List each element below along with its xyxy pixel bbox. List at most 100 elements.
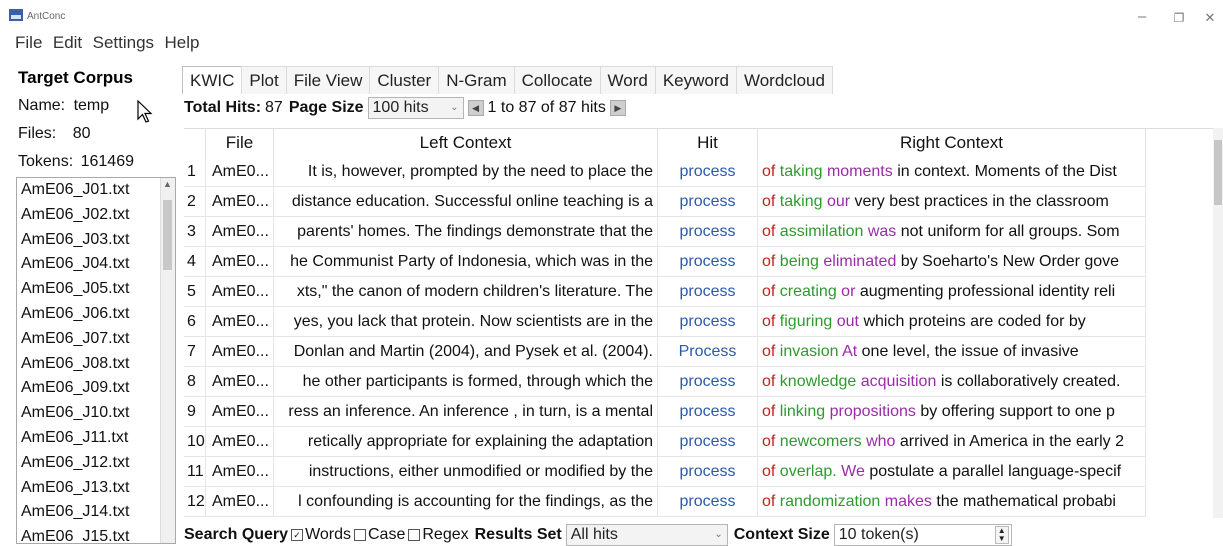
row-file[interactable]: AmE0... xyxy=(206,187,274,217)
table-row[interactable]: 5 AmE0... xts," the canon of modern childr… xyxy=(184,277,1214,307)
total-hits-value: 87 xyxy=(265,99,283,116)
file-list-item[interactable]: AmE06_J15.txt xyxy=(17,525,175,543)
tab-file-view[interactable]: File View xyxy=(285,66,371,94)
close-button[interactable]: ✕ xyxy=(1195,10,1223,26)
search-query-label: Search Query xyxy=(184,526,289,543)
row-file[interactable]: AmE0... xyxy=(206,247,274,277)
file-list-item[interactable]: AmE06_J05.txt xyxy=(17,277,175,302)
previous-page-button[interactable]: ◀ xyxy=(467,100,484,116)
row-file[interactable]: AmE0... xyxy=(206,487,274,517)
tab-collocate[interactable]: Collocate xyxy=(513,66,601,94)
column-header-number[interactable] xyxy=(184,129,206,157)
row-hit[interactable]: process xyxy=(658,307,758,337)
row-right-context: of invasion At one level, the issue of i… xyxy=(758,337,1146,367)
row-hit[interactable]: process xyxy=(658,247,758,277)
file-list-item[interactable]: AmE06_J12.txt xyxy=(17,451,175,476)
right-context-word-1: of xyxy=(762,403,776,420)
row-hit[interactable]: process xyxy=(658,457,758,487)
scroll-up-icon[interactable]: ▲ xyxy=(163,179,172,189)
table-scroll-thumb[interactable] xyxy=(1214,140,1222,205)
right-context-rest: augmenting professional identity reli xyxy=(859,283,1116,300)
right-context-word-2: assimilation xyxy=(779,223,864,240)
row-hit[interactable]: process xyxy=(658,187,758,217)
file-list-item[interactable]: AmE06_J13.txt xyxy=(17,476,175,501)
tab-wordcloud[interactable]: Wordcloud xyxy=(735,66,833,94)
table-row[interactable]: 9 AmE0... ress an inference. An inference … xyxy=(184,397,1214,427)
table-row[interactable]: 4 AmE0... he Communist Party of Indonesia,… xyxy=(184,247,1214,277)
results-set-select[interactable]: All hits ⌄ xyxy=(565,524,728,546)
row-hit[interactable]: process xyxy=(658,397,758,427)
file-list-item[interactable]: AmE06_J09.txt xyxy=(17,376,175,401)
table-row[interactable]: 1 AmE0... It is, however, prompted by the … xyxy=(184,157,1214,187)
row-hit[interactable]: process xyxy=(658,277,758,307)
file-list-item[interactable]: AmE06_J01.txt xyxy=(17,178,175,203)
tab-keyword[interactable]: Keyword xyxy=(654,66,737,94)
row-hit[interactable]: process xyxy=(658,157,758,187)
file-list-item[interactable]: AmE06_J14.txt xyxy=(17,500,175,525)
row-file[interactable]: AmE0... xyxy=(206,427,274,457)
kwic-results-table: File Left Context Hit Right Context 1 AmE… xyxy=(184,128,1214,519)
row-file[interactable]: AmE0... xyxy=(206,277,274,307)
file-list-item[interactable]: AmE06_J04.txt xyxy=(17,252,175,277)
table-scrollbar[interactable] xyxy=(1213,128,1223,518)
file-list-scrollbar[interactable]: ▲ xyxy=(160,178,175,543)
context-size-spinbox[interactable]: 10 token(s) ▲ ▼ xyxy=(833,524,1012,546)
regex-checkbox[interactable] xyxy=(408,529,421,541)
words-checkbox[interactable]: ✓ xyxy=(291,529,304,541)
menu-bar: File Edit Settings Help xyxy=(15,33,415,57)
row-left-context: yes, you lack that protein. Now scientis… xyxy=(274,307,658,337)
row-hit[interactable]: Process xyxy=(658,337,758,367)
menu-settings[interactable]: Settings xyxy=(93,33,154,53)
row-number: 5 xyxy=(184,277,206,307)
target-corpus-heading: Target Corpus xyxy=(18,68,133,87)
maximize-button[interactable]: ❐ xyxy=(1164,11,1194,25)
tab-word[interactable]: Word xyxy=(599,66,656,94)
file-list-item[interactable]: AmE06_J03.txt xyxy=(17,228,175,253)
row-hit[interactable]: process xyxy=(658,427,758,457)
minimize-button[interactable]: – xyxy=(1127,8,1157,25)
column-header-hit[interactable]: Hit xyxy=(658,129,758,157)
table-row[interactable]: 3 AmE0... parents' homes. The findings dem… xyxy=(184,217,1214,247)
file-list-item[interactable]: AmE06_J10.txt xyxy=(17,401,175,426)
corpus-file-list[interactable]: AmE06_J01.txt AmE06_J02.txt AmE06_J03.tx… xyxy=(16,177,176,544)
file-list-scroll-thumb[interactable] xyxy=(163,200,172,270)
column-header-right-context[interactable]: Right Context xyxy=(758,129,1146,157)
table-row[interactable]: 6 AmE0... yes, you lack that protein. Now … xyxy=(184,307,1214,337)
tab-kwic[interactable]: KWIC xyxy=(182,66,243,94)
spin-arrows-icon[interactable]: ▲ ▼ xyxy=(994,526,1009,544)
table-row[interactable]: 11 AmE0... instructions, either unmodified… xyxy=(184,457,1214,487)
file-list-item[interactable]: AmE06_J08.txt xyxy=(17,352,175,377)
file-list-item[interactable]: AmE06_J06.txt xyxy=(17,302,175,327)
tab-plot[interactable]: Plot xyxy=(241,66,287,94)
row-file[interactable]: AmE0... xyxy=(206,217,274,247)
menu-file[interactable]: File xyxy=(15,33,42,53)
row-file[interactable]: AmE0... xyxy=(206,457,274,487)
table-row[interactable]: 7 AmE0... Donlan and Martin (2004), and Py… xyxy=(184,337,1214,367)
right-context-word-1: of xyxy=(762,223,776,240)
row-file[interactable]: AmE0... xyxy=(206,307,274,337)
column-header-left-context[interactable]: Left Context xyxy=(274,129,658,157)
table-row[interactable]: 12 AmE0... l confounding is accounting for… xyxy=(184,487,1214,517)
menu-help[interactable]: Help xyxy=(165,33,200,53)
row-file[interactable]: AmE0... xyxy=(206,367,274,397)
file-list-item[interactable]: AmE06_J11.txt xyxy=(17,426,175,451)
page-size-select[interactable]: 100 hits ⌄ xyxy=(367,97,464,119)
right-context-word-1: of xyxy=(762,343,776,360)
next-page-button[interactable]: ▶ xyxy=(609,100,626,116)
table-row[interactable]: 10 AmE0... retically appropriate for expla… xyxy=(184,427,1214,457)
tab-cluster[interactable]: Cluster xyxy=(369,66,440,94)
row-hit[interactable]: process xyxy=(658,487,758,517)
row-hit[interactable]: process xyxy=(658,217,758,247)
row-file[interactable]: AmE0... xyxy=(206,337,274,367)
file-list-item[interactable]: AmE06_J02.txt xyxy=(17,203,175,228)
row-file[interactable]: AmE0... xyxy=(206,397,274,427)
column-header-file[interactable]: File xyxy=(206,129,274,157)
case-checkbox[interactable] xyxy=(354,529,366,541)
row-hit[interactable]: process xyxy=(658,367,758,397)
file-list-item[interactable]: AmE06_J07.txt xyxy=(17,327,175,352)
row-file[interactable]: AmE0... xyxy=(206,157,274,187)
table-row[interactable]: 2 AmE0... distance education. Successful o… xyxy=(184,187,1214,217)
tab-n-gram[interactable]: N-Gram xyxy=(438,66,515,94)
menu-edit[interactable]: Edit xyxy=(53,33,82,53)
table-row[interactable]: 8 AmE0... he other participants is formed,… xyxy=(184,367,1214,397)
